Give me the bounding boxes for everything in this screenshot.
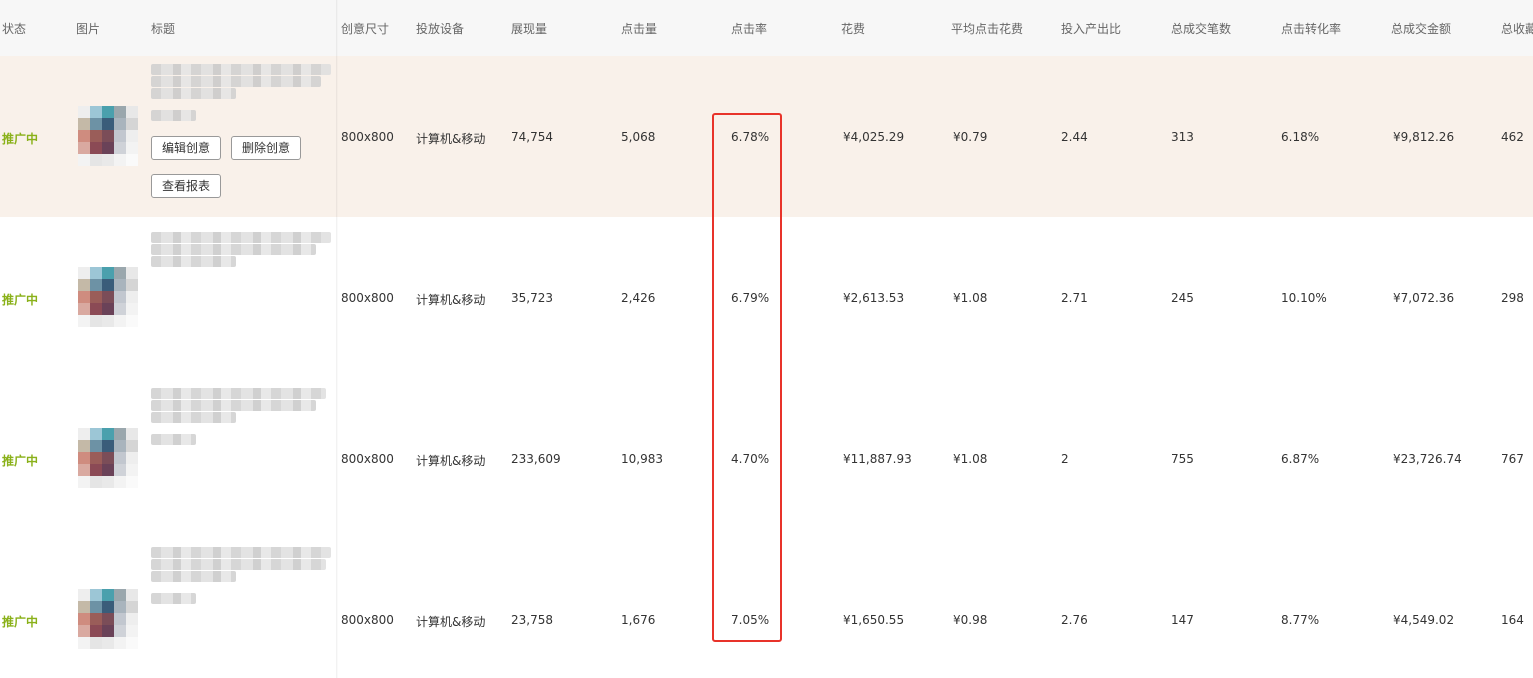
impressions-value: 233,609: [511, 452, 561, 466]
gmv-value: ¥23,726.74: [1393, 452, 1462, 466]
creative-title-blurred: [151, 400, 316, 411]
cvr-value: 10.10%: [1281, 291, 1327, 305]
creative-title-blurred: [151, 593, 196, 604]
col-cpc[interactable]: 平均点击花费: [951, 20, 1023, 37]
cpc-value: ¥0.79: [953, 130, 988, 144]
creative-title-blurred: [151, 76, 321, 87]
cost-value: ¥4,025.29: [843, 130, 905, 144]
col-ctr[interactable]: 点击率: [731, 20, 767, 37]
col-impressions[interactable]: 展现量: [511, 20, 547, 37]
fixed-column-divider: [336, 0, 338, 678]
clicks-value: 2,426: [621, 291, 656, 305]
roi-value: 2.76: [1061, 613, 1088, 627]
fav-value: 462: [1501, 130, 1524, 144]
status-badge: 推广中: [2, 293, 39, 307]
edit-creative-button[interactable]: 编辑创意: [151, 136, 222, 160]
creative-title-blurred: [151, 559, 326, 570]
cost-value: ¥11,887.93: [843, 452, 912, 466]
view-report-button[interactable]: 查看报表: [151, 174, 222, 198]
gmv-value: ¥7,072.36: [1393, 291, 1455, 305]
cvr-value: 6.87%: [1281, 452, 1320, 466]
size-value: 800x800: [341, 613, 394, 627]
clicks-value: 1,676: [621, 613, 656, 627]
cpc-value: ¥0.98: [953, 613, 988, 627]
gmv-value: ¥4,549.02: [1393, 613, 1455, 627]
creative-title-blurred: [151, 388, 326, 399]
delete-creative-button[interactable]: 删除创意: [231, 136, 302, 160]
size-value: 800x800: [341, 291, 394, 305]
fav-value: 298: [1501, 291, 1524, 305]
roi-value: 2.71: [1061, 291, 1088, 305]
cvr-value: 6.18%: [1281, 130, 1320, 144]
creative-title-blurred: [151, 110, 196, 121]
size-value: 800x800: [341, 452, 394, 466]
clicks-value: 5,068: [621, 130, 656, 144]
col-roi[interactable]: 投入产出比: [1061, 20, 1121, 37]
status-badge: 推广中: [2, 615, 39, 629]
roi-value: 2: [1061, 452, 1069, 466]
creative-title-blurred: [151, 571, 236, 582]
roi-value: 2.44: [1061, 130, 1088, 144]
creative-title-blurred: [151, 232, 331, 243]
device-value: 计算机&移动: [416, 615, 486, 629]
cost-value: ¥2,613.53: [843, 291, 905, 305]
cvr-value: 8.77%: [1281, 613, 1320, 627]
impressions-value: 23,758: [511, 613, 553, 627]
col-size[interactable]: 创意尺寸: [341, 20, 389, 37]
col-clicks[interactable]: 点击量: [621, 20, 657, 37]
creative-title-blurred: [151, 244, 316, 255]
table-header: 状态 图片 标题 创意尺寸 投放设备 展现量 点击量 点击率 花费 平均点击花费…: [0, 0, 1533, 57]
fav-value: 767: [1501, 452, 1524, 466]
fav-value: 164: [1501, 613, 1524, 627]
status-badge: 推广中: [2, 132, 39, 146]
cpc-value: ¥1.08: [953, 291, 988, 305]
col-title: 标题: [151, 22, 176, 36]
size-value: 800x800: [341, 130, 394, 144]
creative-title-blurred: [151, 88, 236, 99]
col-orders[interactable]: 总成交笔数: [1171, 20, 1231, 37]
creative-title-blurred: [151, 64, 331, 75]
col-cost[interactable]: 花费: [841, 20, 865, 37]
creative-title-blurred: [151, 412, 236, 423]
cpc-value: ¥1.08: [953, 452, 988, 466]
device-value: 计算机&移动: [416, 132, 486, 146]
creative-title-blurred: [151, 547, 331, 558]
creative-thumbnail[interactable]: [78, 106, 138, 166]
col-device[interactable]: 投放设备: [416, 20, 464, 37]
orders-value: 755: [1171, 452, 1194, 466]
col-gmv[interactable]: 总成交金额: [1391, 20, 1451, 37]
orders-value: 245: [1171, 291, 1194, 305]
col-fav[interactable]: 总收藏: [1501, 20, 1533, 37]
cost-value: ¥1,650.55: [843, 613, 905, 627]
impressions-value: 74,754: [511, 130, 553, 144]
status-badge: 推广中: [2, 454, 39, 468]
impressions-value: 35,723: [511, 291, 553, 305]
gmv-value: ¥9,812.26: [1393, 130, 1455, 144]
creative-title-blurred: [151, 434, 196, 445]
ctr-annotation-box: [712, 113, 782, 642]
creative-title-blurred: [151, 256, 236, 267]
col-cvr[interactable]: 点击转化率: [1281, 20, 1341, 37]
creative-thumbnail[interactable]: [78, 589, 138, 649]
col-status: 状态: [2, 22, 27, 36]
device-value: 计算机&移动: [416, 454, 486, 468]
orders-value: 147: [1171, 613, 1194, 627]
clicks-value: 10,983: [621, 452, 663, 466]
col-image: 图片: [76, 22, 101, 36]
device-value: 计算机&移动: [416, 293, 486, 307]
creative-thumbnail[interactable]: [78, 267, 138, 327]
creative-thumbnail[interactable]: [78, 428, 138, 488]
orders-value: 313: [1171, 130, 1194, 144]
